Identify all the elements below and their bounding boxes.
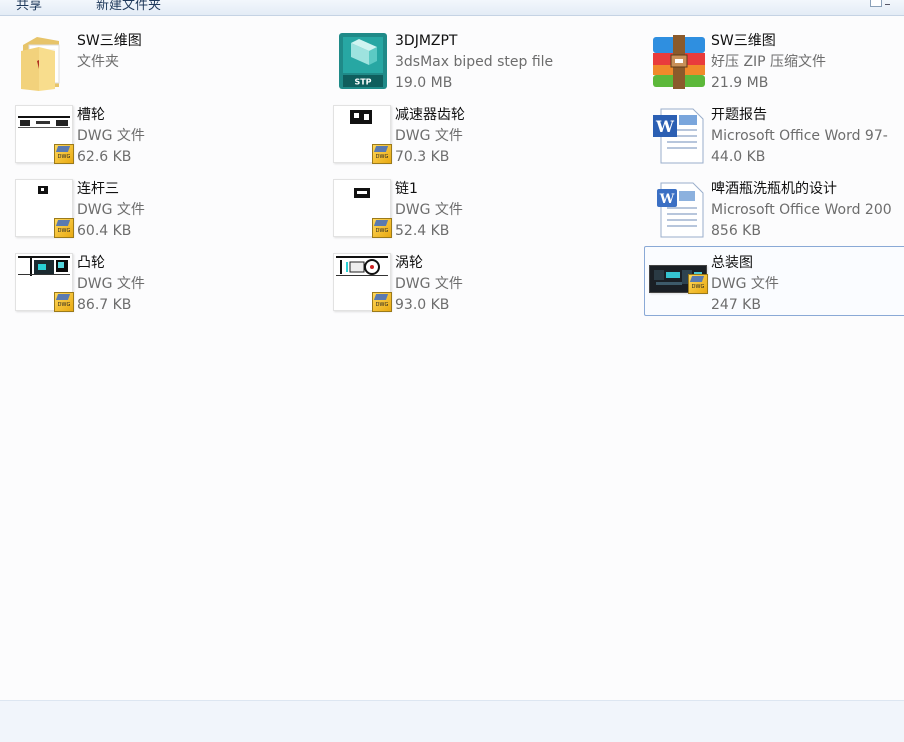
file-name: 凸轮 <box>77 255 105 271</box>
file-name: 链1 <box>395 181 418 197</box>
share-button[interactable]: 共享 <box>16 0 42 13</box>
file-name: 涡轮 <box>395 255 423 271</box>
file-type: 好压 ZIP 压缩文件 <box>711 54 827 70</box>
file-type: DWG 文件 <box>711 276 779 292</box>
file-item-tulun[interactable]: DWG 凸轮 DWG 文件 86.7 KB <box>10 248 278 316</box>
file-size: 19.0 MB <box>395 75 453 91</box>
change-view-icon[interactable] <box>870 0 882 7</box>
file-type: DWG 文件 <box>395 276 463 292</box>
file-size: 247 KB <box>711 297 761 313</box>
file-size: 44.0 KB <box>711 149 766 165</box>
file-item-jiansuqi[interactable]: DWG 减速器齿轮 DWG 文件 70.3 KB <box>328 100 596 168</box>
file-type: Microsoft Office Word 200 <box>711 202 892 218</box>
file-name: 啤酒瓶洗瓶机的设计 <box>711 181 837 197</box>
file-type: DWG 文件 <box>395 128 463 144</box>
file-type: DWG 文件 <box>77 128 145 144</box>
file-item-sw-zip[interactable]: SW三维图 好压 ZIP 压缩文件 21.9 MB <box>644 26 904 94</box>
dwg-thumbnail-icon: DWG <box>15 105 75 165</box>
new-folder-button[interactable]: 新建文件夹 <box>96 0 161 13</box>
file-name: 连杆三 <box>77 181 119 197</box>
file-item-zongzhuang[interactable]: DWG 总装图 DWG 文件 247 KB <box>644 246 904 316</box>
dwg-thumbnail-icon: DWG <box>649 255 709 315</box>
file-size: 856 KB <box>711 223 761 239</box>
file-type: DWG 文件 <box>77 276 145 292</box>
file-type: DWG 文件 <box>77 202 145 218</box>
file-item-sw-folder[interactable]: SW三维图 文件夹 <box>10 26 278 94</box>
command-bar: 共享 新建文件夹 <box>0 0 904 16</box>
status-bar <box>0 700 904 742</box>
zip-archive-icon <box>653 35 705 89</box>
file-item-pijiu[interactable]: W 啤酒瓶洗瓶机的设计 Microsoft Office Word 200 85… <box>644 174 904 242</box>
word-docx-icon: W <box>657 182 704 238</box>
file-item-lian1[interactable]: DWG 链1 DWG 文件 52.4 KB <box>328 174 596 242</box>
view-options-chevron-icon[interactable] <box>885 0 890 5</box>
file-name: SW三维图 <box>77 33 142 49</box>
file-type: DWG 文件 <box>395 202 463 218</box>
file-size: 21.9 MB <box>711 75 769 91</box>
file-name: 开题报告 <box>711 107 767 123</box>
file-item-wolun[interactable]: DWG 涡轮 DWG 文件 93.0 KB <box>328 248 596 316</box>
file-item-kaiti[interactable]: W 开题报告 Microsoft Office Word 97- 44.0 KB <box>644 100 904 168</box>
file-list-pane: SW三维图 文件夹 STP 3DJMZPT 3dsMax biped step … <box>0 16 904 700</box>
dwg-thumbnail-icon: DWG <box>15 253 75 313</box>
file-item-3djmzpt[interactable]: STP 3DJMZPT 3dsMax biped step file 19.0 … <box>328 26 596 94</box>
file-size: 52.4 KB <box>395 223 450 239</box>
dwg-thumbnail-icon: DWG <box>333 179 393 239</box>
file-item-caolun[interactable]: DWG 槽轮 DWG 文件 62.6 KB <box>10 100 278 168</box>
file-name: SW三维图 <box>711 33 776 49</box>
word-doc-icon: W <box>653 108 704 164</box>
svg-text:STP: STP <box>354 78 371 87</box>
file-item-liangan[interactable]: DWG 连杆三 DWG 文件 60.4 KB <box>10 174 278 242</box>
stp-file-icon: STP <box>339 33 387 89</box>
dwg-thumbnail-icon: DWG <box>15 179 75 239</box>
file-name: 减速器齿轮 <box>395 107 465 123</box>
svg-text:W: W <box>655 117 675 136</box>
file-type: 文件夹 <box>77 54 119 70</box>
dwg-thumbnail-icon: DWG <box>333 105 393 165</box>
svg-text:W: W <box>659 192 675 207</box>
file-size: 60.4 KB <box>77 223 132 239</box>
folder-icon <box>21 37 60 91</box>
file-size: 93.0 KB <box>395 297 450 313</box>
file-name: 3DJMZPT <box>395 33 458 49</box>
file-type: 3dsMax biped step file <box>395 54 554 70</box>
file-size: 70.3 KB <box>395 149 450 165</box>
file-size: 62.6 KB <box>77 149 132 165</box>
dwg-thumbnail-icon: DWG <box>333 253 393 313</box>
file-type: Microsoft Office Word 97- <box>711 128 888 144</box>
file-size: 86.7 KB <box>77 297 132 313</box>
file-name: 槽轮 <box>77 107 105 123</box>
file-name: 总装图 <box>711 255 753 271</box>
